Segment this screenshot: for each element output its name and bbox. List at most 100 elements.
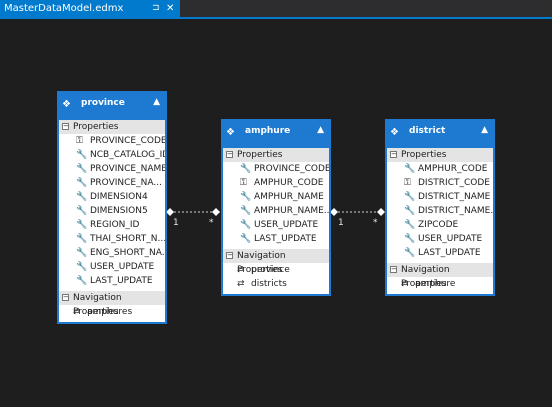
collapse-section-icon[interactable]: −	[226, 252, 233, 259]
property-row[interactable]: 🔧 THAI_SHORT_N...	[59, 232, 165, 246]
entity-icon: ❖	[226, 127, 235, 138]
close-icon[interactable]: ✕	[166, 0, 174, 17]
property-row[interactable]: 🔧 REGION_ID	[59, 218, 165, 232]
entity-header[interactable]: ❖ province ▲	[58, 92, 166, 120]
property-row[interactable]: 🔧 DISTRICT_NAME	[387, 190, 493, 204]
property-row[interactable]: ⚿ PROVINCE_CODE	[59, 134, 165, 148]
property-label: LAST_UPDATE	[254, 234, 317, 244]
navigation-section-header[interactable]: − Navigation Properties	[387, 263, 493, 289]
property-icon: 🔧	[404, 164, 416, 174]
entity-title: province	[81, 98, 125, 108]
property-label: AMPHUR_CODE	[418, 164, 488, 174]
properties-section-header[interactable]: − Properties	[223, 148, 329, 162]
navigation-property-icon: ⇄	[237, 279, 245, 289]
property-icon: 🔧	[76, 192, 88, 202]
property-icon: 🔧	[404, 220, 416, 230]
entity-header[interactable]: ❖ amphure ▲	[222, 120, 330, 148]
property-row[interactable]: 🔧 NCB_CATALOG_ID	[59, 148, 165, 162]
property-icon: 🔧	[240, 234, 252, 244]
section-label: Properties	[237, 150, 283, 160]
collapse-section-icon[interactable]: −	[390, 151, 397, 158]
property-label: REGION_ID	[90, 220, 140, 230]
property-row[interactable]: 🔧 AMPHUR_NAME...	[223, 204, 329, 218]
multiplicity-label: 1	[173, 218, 179, 228]
collapse-section-icon[interactable]: −	[62, 123, 69, 130]
navigation-property-row[interactable]: ⇄ amphure	[387, 277, 493, 291]
property-label: LAST_UPDATE	[418, 248, 481, 258]
multiplicity-label: 1	[338, 218, 344, 228]
property-row[interactable]: 🔧 AMPHUR_NAME	[223, 190, 329, 204]
property-row[interactable]: 🔧 ENG_SHORT_NA...	[59, 246, 165, 260]
navigation-property-row[interactable]: ⇄ districts	[223, 277, 329, 291]
property-label: USER_UPDATE	[90, 262, 155, 272]
collapse-section-icon[interactable]: −	[390, 266, 397, 273]
entity-amphure[interactable]: ❖ amphure ▲ − Properties 🔧 PROVINCE_CODE ⚿ AMPHU…	[221, 119, 331, 296]
key-property-icon: ⚿	[76, 136, 83, 146]
property-icon: 🔧	[76, 178, 88, 188]
property-icon: 🔧	[404, 192, 416, 202]
property-row[interactable]: 🔧 USER_UPDATE	[223, 218, 329, 232]
property-label: DISTRICT_NAME	[418, 192, 491, 202]
properties-section-header[interactable]: − Properties	[59, 120, 165, 134]
entity-district[interactable]: ❖ district ▲ − Properties 🔧 AMPHUR_CODE ⚿ DISTRI…	[385, 119, 495, 296]
section-label: Properties	[401, 150, 447, 160]
property-row[interactable]: 🔧 LAST_UPDATE	[59, 274, 165, 288]
property-label: LAST_UPDATE	[90, 276, 153, 286]
multiplicity-label: *	[209, 218, 214, 228]
property-row[interactable]: ⚿ AMPHUR_CODE	[223, 176, 329, 190]
navigation-property-row[interactable]: ⇄ amphures	[59, 305, 165, 319]
property-icon: 🔧	[404, 206, 416, 216]
property-row[interactable]: 🔧 PROVINCE_NA...	[59, 176, 165, 190]
property-row[interactable]: 🔧 USER_UPDATE	[59, 260, 165, 274]
property-row[interactable]: 🔧 DISTRICT_NAME...	[387, 204, 493, 218]
section-label: Properties	[73, 122, 119, 132]
property-row[interactable]: 🔧 DIMENSION5	[59, 204, 165, 218]
property-label: AMPHUR_NAME	[254, 192, 324, 202]
collapse-icon[interactable]: ▲	[481, 125, 488, 135]
entity-icon: ❖	[390, 127, 399, 138]
property-row[interactable]: ⚿ DISTRICT_CODE	[387, 176, 493, 190]
properties-section-header[interactable]: − Properties	[387, 148, 493, 162]
tab-bar: MasterDataModel.edmx [Diagram1] ⊐ ✕	[0, 0, 552, 31]
entity-title: amphure	[245, 126, 291, 136]
collapse-icon[interactable]: ▲	[317, 125, 324, 135]
navigation-property-icon: ⇄	[237, 265, 245, 275]
multiplicity-label: *	[373, 218, 378, 228]
navigation-section-header[interactable]: − Navigation Properties	[59, 291, 165, 317]
property-row[interactable]: 🔧 PROVINCE_CODE	[223, 162, 329, 176]
property-icon: 🔧	[404, 248, 416, 258]
property-icon: 🔧	[76, 248, 88, 258]
entity-body: − Properties 🔧 AMPHUR_CODE ⚿ DISTRICT_CODE 🔧 DI…	[386, 148, 494, 295]
entity-body: − Properties ⚿ PROVINCE_CODE 🔧 NCB_CATALOG_ID…	[58, 120, 166, 323]
navigation-property-icon: ⇄	[73, 307, 81, 317]
property-icon: 🔧	[76, 206, 88, 216]
association-end-diamond	[212, 208, 220, 216]
entity-province[interactable]: ❖ province ▲ − Properties ⚿ PROVINCE_CODE 🔧 NCB_…	[57, 91, 167, 324]
property-label: DIMENSION4	[90, 192, 148, 202]
document-tab[interactable]: MasterDataModel.edmx [Diagram1] ⊐ ✕	[0, 0, 180, 31]
pin-icon[interactable]: ⊐	[152, 0, 160, 17]
property-row[interactable]: 🔧 USER_UPDATE	[387, 232, 493, 246]
property-label: USER_UPDATE	[418, 234, 483, 244]
collapse-section-icon[interactable]: −	[62, 294, 69, 301]
property-row[interactable]: 🔧 LAST_UPDATE	[223, 232, 329, 246]
property-label: ZIPCODE	[418, 220, 459, 230]
navigation-section-header[interactable]: − Navigation Properties	[223, 249, 329, 275]
property-row[interactable]: 🔧 DIMENSION4	[59, 190, 165, 204]
property-label: THAI_SHORT_N...	[90, 234, 165, 244]
association-end-diamond	[166, 208, 174, 216]
property-row[interactable]: 🔧 PROVINCE_NAME	[59, 162, 165, 176]
navigation-property-row[interactable]: ⇄ province	[223, 263, 329, 277]
collapse-section-icon[interactable]: −	[226, 151, 233, 158]
collapse-icon[interactable]: ▲	[153, 97, 160, 107]
property-label: DIMENSION5	[90, 206, 148, 216]
entity-body: − Properties 🔧 PROVINCE_CODE ⚿ AMPHUR_CODE 🔧 AM…	[222, 148, 330, 295]
property-row[interactable]: 🔧 AMPHUR_CODE	[387, 162, 493, 176]
entity-header[interactable]: ❖ district ▲	[386, 120, 494, 148]
property-icon: 🔧	[76, 276, 88, 286]
property-row[interactable]: 🔧 ZIPCODE	[387, 218, 493, 232]
entity-title: district	[409, 126, 446, 136]
property-row[interactable]: 🔧 LAST_UPDATE	[387, 246, 493, 260]
